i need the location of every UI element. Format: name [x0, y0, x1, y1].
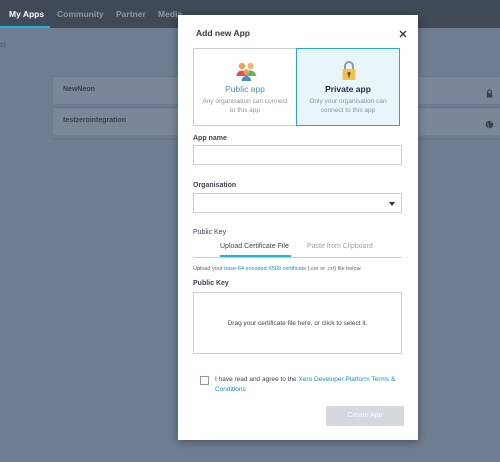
app-name: testzerointegration: [63, 117, 127, 124]
public-key-section-label: Public Key: [193, 229, 227, 236]
terms-checkbox[interactable]: [200, 376, 209, 385]
nav-my-apps[interactable]: My Apps: [9, 9, 44, 19]
padlock-icon: [337, 59, 361, 83]
certificate-tabs: Upload Certificate File Paste from Clipb…: [193, 241, 402, 258]
upload-hint-prefix: Upload your: [193, 266, 225, 272]
app-name: NewNeon: [63, 86, 95, 93]
public-app-option[interactable]: Public app Any organisation can connect …: [193, 48, 297, 126]
app-name-label: App name: [193, 135, 227, 142]
create-app-button[interactable]: Create App: [326, 406, 404, 426]
modal-title: Add new App: [196, 28, 250, 38]
page-subtext: s): [0, 42, 6, 49]
upload-hint-suffix: (.cer or .crt) file below.: [306, 266, 362, 272]
tab-active-indicator: [220, 255, 291, 257]
people-icon: [234, 59, 258, 83]
tab-paste-clipboard[interactable]: Paste from Clipboard: [307, 243, 373, 250]
chevron-down-icon: [389, 202, 395, 206]
private-app-title: Private app: [325, 84, 371, 94]
close-icon[interactable]: [398, 26, 408, 38]
organisation-select[interactable]: [193, 193, 402, 213]
upload-hint: Upload your base-64 encoded X509 certifi…: [193, 266, 362, 272]
add-app-modal: Add new App Public app Any organisation …: [178, 15, 418, 440]
certificate-dropzone[interactable]: Drag your certificate file here, or clic…: [193, 292, 402, 354]
terms-text: I have read and agree to the Xero Develo…: [215, 375, 400, 395]
public-app-description: Any organisation can connect to this app: [202, 98, 288, 114]
private-app-description: Only your organisation can connect to th…: [309, 98, 387, 114]
tab-upload-certificate[interactable]: Upload Certificate File: [220, 243, 289, 250]
dropzone-text: Drag your certificate file here, or clic…: [227, 320, 368, 327]
nav-community[interactable]: Community: [57, 9, 104, 19]
private-app-option[interactable]: Private app Only your organisation can c…: [296, 48, 400, 126]
app-name-input[interactable]: [193, 145, 402, 165]
lock-icon: [485, 85, 494, 98]
globe-icon: [485, 116, 494, 129]
public-key-label: Public Key: [193, 280, 229, 287]
organisation-label: Organisation: [193, 182, 237, 189]
public-app-title: Public app: [225, 84, 265, 94]
certificate-format-link[interactable]: base-64 encoded X509 certificate: [224, 266, 306, 272]
nav-partner[interactable]: Partner: [116, 9, 146, 19]
terms-prefix: I have read and agree to the: [215, 376, 299, 383]
